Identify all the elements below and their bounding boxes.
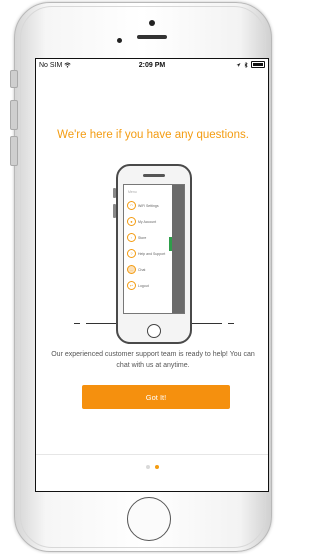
got-it-button[interactable]: Got It!	[82, 385, 230, 409]
page-indicator	[36, 465, 268, 469]
volume-up-button	[10, 100, 18, 130]
chat-icon: …	[127, 265, 136, 274]
mini-dark-panel	[172, 185, 184, 313]
phone-illustration: Menu ◠ WiFi Settings ● My Account ▫ Stor…	[113, 164, 192, 344]
user-icon: ●	[127, 217, 136, 226]
page-dot-1[interactable]	[145, 465, 150, 469]
mini-menu-item-help: ? Help and Support	[127, 249, 165, 258]
camera-icon	[149, 20, 155, 26]
mini-menu-title: Menu	[128, 190, 137, 194]
support-description: Our experienced customer support team is…	[51, 351, 255, 369]
mini-menu-item-logout: ↩ Logout	[127, 281, 149, 290]
mini-menu-item-account: ● My Account	[127, 217, 156, 226]
mini-side-button	[113, 204, 116, 218]
mini-side-button	[113, 188, 116, 198]
logout-icon: ↩	[127, 281, 136, 290]
cart-icon: ▫	[127, 233, 136, 242]
volume-down-button	[10, 136, 18, 166]
front-camera-icon	[117, 38, 122, 43]
mini-home-button	[147, 324, 161, 338]
illustration: Menu ◠ WiFi Settings ● My Account ▫ Stor…	[36, 59, 268, 491]
footer-divider	[36, 454, 268, 455]
wifi-icon: ◠	[127, 201, 136, 210]
app-screen: No SIM 2:09 PM We're here if you have an…	[35, 58, 269, 492]
question-icon: ?	[127, 249, 136, 258]
baseline-tick-right	[228, 323, 234, 324]
mini-speaker	[143, 174, 165, 177]
baseline-tick-left	[74, 323, 80, 324]
mini-menu-item-store: ▫ Store	[127, 233, 146, 242]
mini-menu-item-wifi: ◠ WiFi Settings	[127, 201, 159, 210]
mini-menu-item-chat: … Chat	[127, 265, 145, 274]
page-dot-2-active[interactable]	[154, 465, 159, 469]
home-button[interactable]	[127, 497, 171, 541]
mute-switch	[10, 70, 18, 88]
earpiece-speaker	[137, 35, 167, 39]
mini-screen: Menu ◠ WiFi Settings ● My Account ▫ Stor…	[123, 184, 185, 314]
